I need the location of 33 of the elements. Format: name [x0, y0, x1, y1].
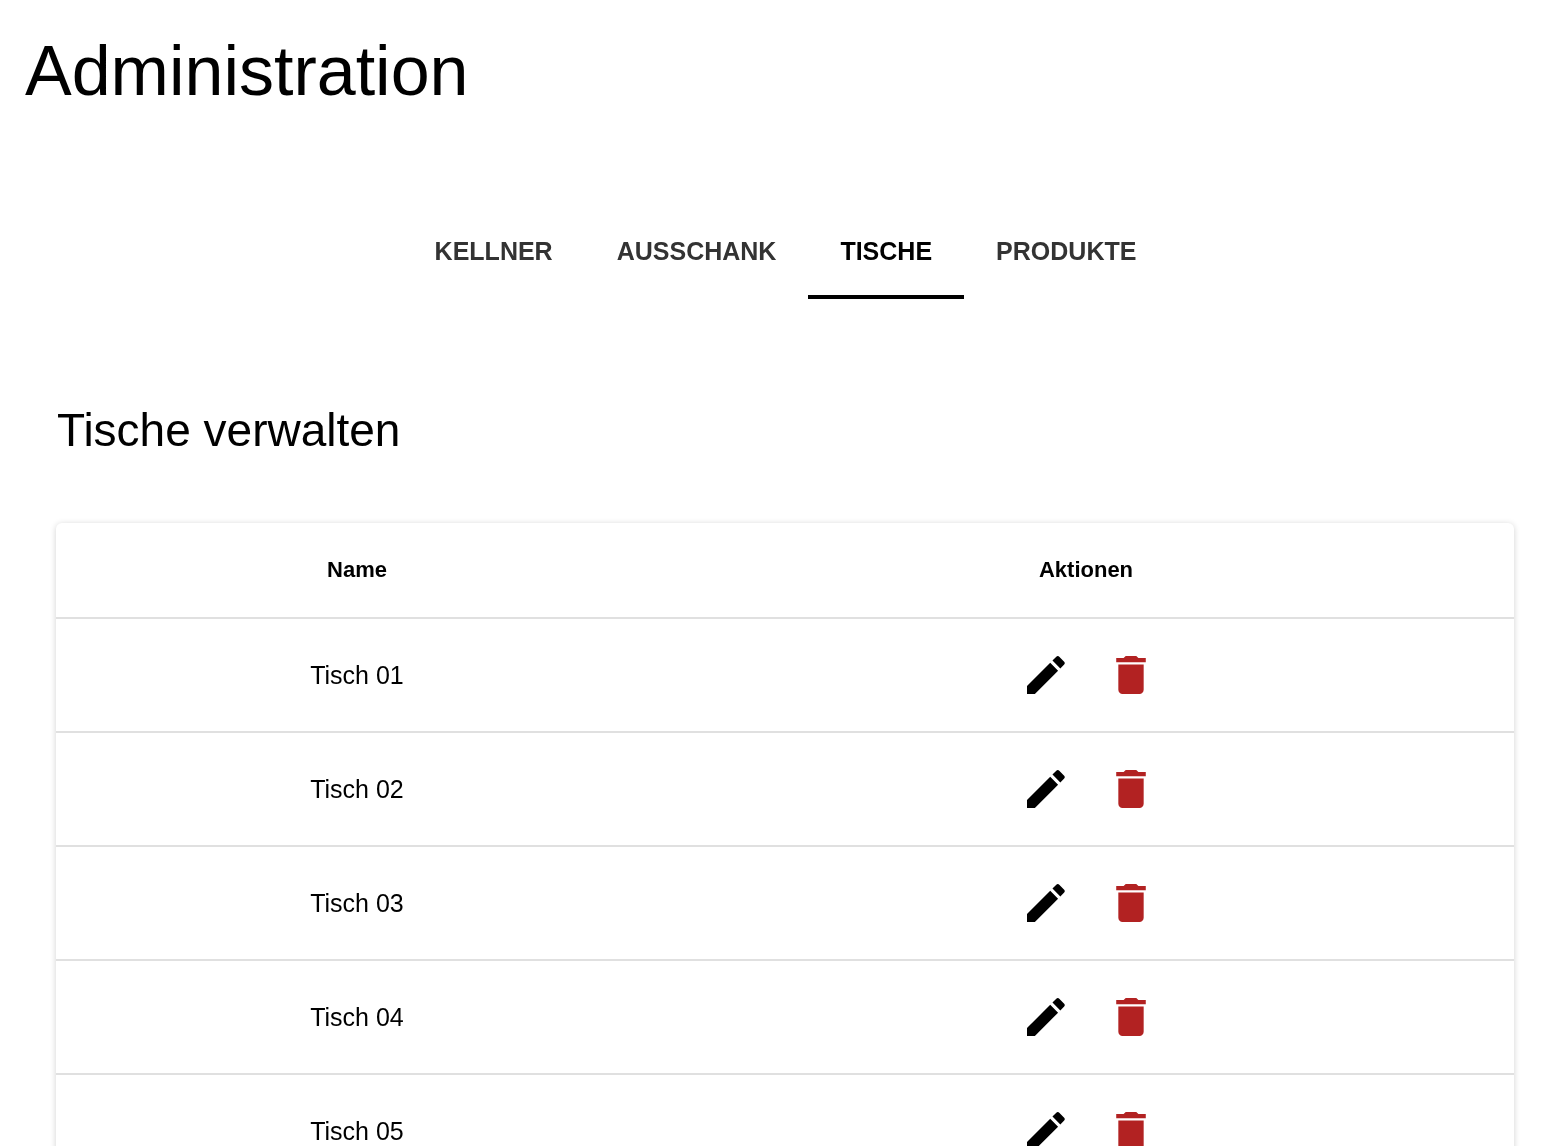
table-cell: Tisch 05 [310, 1116, 404, 1146]
delete-button[interactable] [1115, 998, 1146, 1036]
delete-button[interactable] [1115, 884, 1146, 922]
edit-button[interactable] [1026, 998, 1065, 1036]
edit-button[interactable] [1026, 884, 1065, 922]
delete-button[interactable] [1115, 1112, 1146, 1146]
delete-button[interactable] [1115, 656, 1146, 694]
pencil-icon [1026, 656, 1065, 694]
table-cell: Tisch 03 [310, 888, 404, 918]
table-cell: Tisch 02 [310, 774, 404, 804]
page-title: Administration [24, 31, 470, 106]
edit-button[interactable] [1026, 656, 1065, 694]
trash-icon [1115, 770, 1146, 808]
pencil-icon [1026, 1112, 1065, 1146]
table-cell: Tisch 04 [310, 1002, 404, 1032]
pencil-icon [1026, 884, 1065, 922]
tab[interactable]: KELLNER [402, 203, 585, 299]
tab[interactable]: TISCHE [808, 203, 965, 299]
trash-icon [1115, 656, 1146, 694]
trash-icon [1115, 998, 1146, 1036]
section-title: Tische verwalten [56, 407, 402, 453]
column-header: Name [327, 557, 387, 583]
tab[interactable]: PRODUKTE [964, 203, 1169, 299]
pencil-icon [1026, 770, 1065, 808]
trash-icon [1115, 884, 1146, 922]
table-cell: Tisch 01 [310, 660, 404, 690]
edit-button[interactable] [1026, 770, 1065, 808]
pencil-icon [1026, 998, 1065, 1036]
edit-button[interactable] [1026, 1112, 1065, 1146]
tab[interactable]: AUSSCHANK [584, 203, 809, 299]
delete-button[interactable] [1115, 770, 1146, 808]
column-header: Aktionen [1038, 557, 1134, 583]
trash-icon [1115, 1112, 1146, 1146]
